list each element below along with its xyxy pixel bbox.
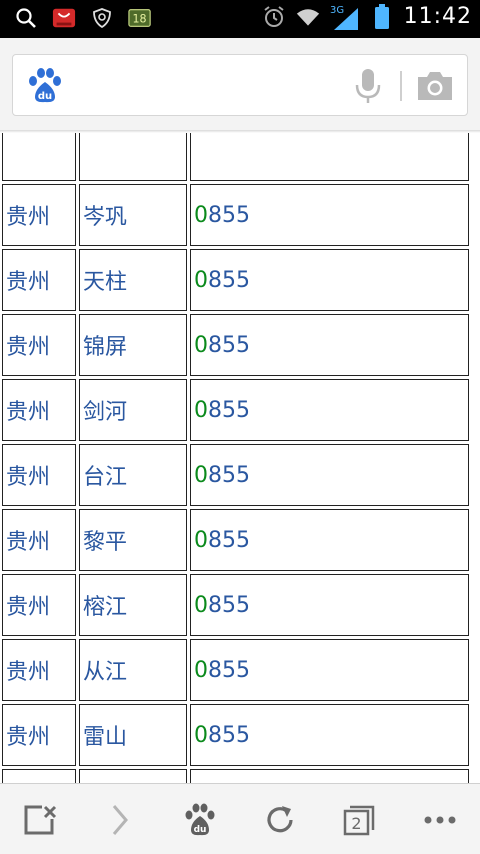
area-code-cell[interactable]: 0855 [190, 574, 469, 636]
area-code-digits: 855 [208, 462, 250, 488]
search-header: du [0, 38, 480, 130]
area-code-cell[interactable] [190, 133, 469, 181]
table-row: 贵州 榕江 0855 [2, 574, 469, 636]
area-code-digits: 855 [208, 332, 250, 358]
city-cell[interactable]: 从江 [79, 639, 187, 701]
search-box[interactable]: du [12, 54, 468, 116]
area-code-digits: 855 [208, 722, 250, 748]
area-code-prefix: 0 [194, 332, 208, 358]
city-cell[interactable]: 榕江 [79, 574, 187, 636]
province-cell[interactable]: 贵州 [2, 704, 76, 766]
area-code-prefix: 0 [194, 592, 208, 618]
area-code-prefix: 0 [194, 657, 208, 683]
city-cell[interactable]: 天柱 [79, 249, 187, 311]
battery-icon [370, 3, 394, 29]
area-code-prefix: 0 [194, 462, 208, 488]
area-code-digits: 855 [208, 397, 250, 423]
alarm-icon [262, 5, 286, 29]
baidu-home-icon[interactable]: du [180, 802, 220, 838]
tabs-icon[interactable]: 2 [339, 802, 379, 838]
province-cell[interactable]: 贵州 [2, 509, 76, 571]
area-code-digits: 855 [208, 527, 250, 553]
shield-icon [90, 6, 114, 30]
table-row: 贵州 剑河 0855 [2, 379, 469, 441]
network-label: 3G [330, 5, 344, 16]
area-code-cell[interactable]: 0855 [190, 444, 469, 506]
city-cell[interactable]: 黎平 [79, 509, 187, 571]
province-cell[interactable]: 贵州 [2, 184, 76, 246]
bottom-toolbar: du 2 [0, 783, 480, 854]
city-cell[interactable]: 雷山 [79, 704, 187, 766]
table-row: 贵州 黎平 0855 [2, 509, 469, 571]
city-cell[interactable] [79, 133, 187, 181]
table-row: 贵州 从江 0855 [2, 639, 469, 701]
clock: 11:42 [403, 4, 472, 29]
area-code-cell[interactable]: 0855 [190, 509, 469, 571]
table-row: 贵州麻江0855 [2, 769, 469, 783]
area-code-cell[interactable]: 0855 [190, 184, 469, 246]
page-content: 贵州 岑巩 0855 贵州 天柱 0855 贵州 锦屏 0855 贵州 剑河 0855 贵州 台江 0855… [0, 133, 480, 783]
shopping-bag-icon [52, 6, 76, 30]
table-row: 贵州 台江 0855 [2, 444, 469, 506]
area-code-cell[interactable]: 0855 [190, 314, 469, 376]
area-code-digits: 855 [208, 592, 250, 618]
province-cell[interactable] [2, 133, 76, 181]
area-code-cell[interactable]: 0855 [190, 379, 469, 441]
province-cell[interactable]: 贵州 [2, 769, 76, 783]
table-row: 贵州 雷山 0855 [2, 704, 469, 766]
area-code-digits: 855 [208, 657, 250, 683]
wifi-icon [296, 5, 320, 29]
area-code-cell[interactable]: 0855 [190, 769, 469, 783]
area-code-digits: 855 [208, 202, 250, 228]
city-cell[interactable]: 岑巩 [79, 184, 187, 246]
signal-icon: 3G [330, 5, 360, 30]
more-icon[interactable] [420, 802, 460, 838]
microphone-icon[interactable] [353, 67, 383, 105]
city-cell[interactable]: 麻江 [79, 769, 187, 783]
area-code-prefix: 0 [194, 722, 208, 748]
forward-icon[interactable] [100, 802, 140, 838]
province-cell[interactable]: 贵州 [2, 574, 76, 636]
area-code-prefix: 0 [194, 202, 208, 228]
province-cell[interactable]: 贵州 [2, 314, 76, 376]
table-row: 贵州 岑巩 0855 [2, 184, 469, 246]
city-cell[interactable]: 台江 [79, 444, 187, 506]
tab-count: 2 [351, 814, 361, 833]
search-icon [14, 6, 38, 30]
city-cell[interactable]: 剑河 [79, 379, 187, 441]
status-bar: 18 3G 11:42 [0, 0, 480, 38]
area-code-cell[interactable]: 0855 [190, 639, 469, 701]
svg-text:du: du [194, 825, 207, 835]
table-row: 贵州 天柱 0855 [2, 249, 469, 311]
refresh-icon[interactable] [260, 802, 300, 838]
svg-text:du: du [38, 91, 52, 102]
table-row: 贵州 锦屏 0855 [2, 314, 469, 376]
battery-app-icon: 18 [128, 6, 152, 30]
area-code-digits: 855 [208, 267, 250, 293]
province-cell[interactable]: 贵州 [2, 249, 76, 311]
baidu-paw-icon[interactable]: du [25, 67, 65, 105]
area-code-table: 贵州 岑巩 0855 贵州 天柱 0855 贵州 锦屏 0855 贵州 剑河 0855 贵州 台江 0855… [0, 133, 472, 783]
search-input[interactable] [75, 69, 345, 103]
area-code-prefix: 0 [194, 397, 208, 423]
province-cell[interactable]: 贵州 [2, 379, 76, 441]
city-cell[interactable]: 锦屏 [79, 314, 187, 376]
area-code-prefix: 0 [194, 527, 208, 553]
table-row [2, 133, 469, 181]
camera-icon[interactable] [415, 69, 455, 103]
divider [400, 71, 402, 101]
area-code-cell[interactable]: 0855 [190, 704, 469, 766]
close-window-icon[interactable] [20, 802, 60, 838]
notification-badge: 18 [132, 13, 146, 26]
province-cell[interactable]: 贵州 [2, 444, 76, 506]
province-cell[interactable]: 贵州 [2, 639, 76, 701]
area-code-cell[interactable]: 0855 [190, 249, 469, 311]
area-code-prefix: 0 [194, 267, 208, 293]
